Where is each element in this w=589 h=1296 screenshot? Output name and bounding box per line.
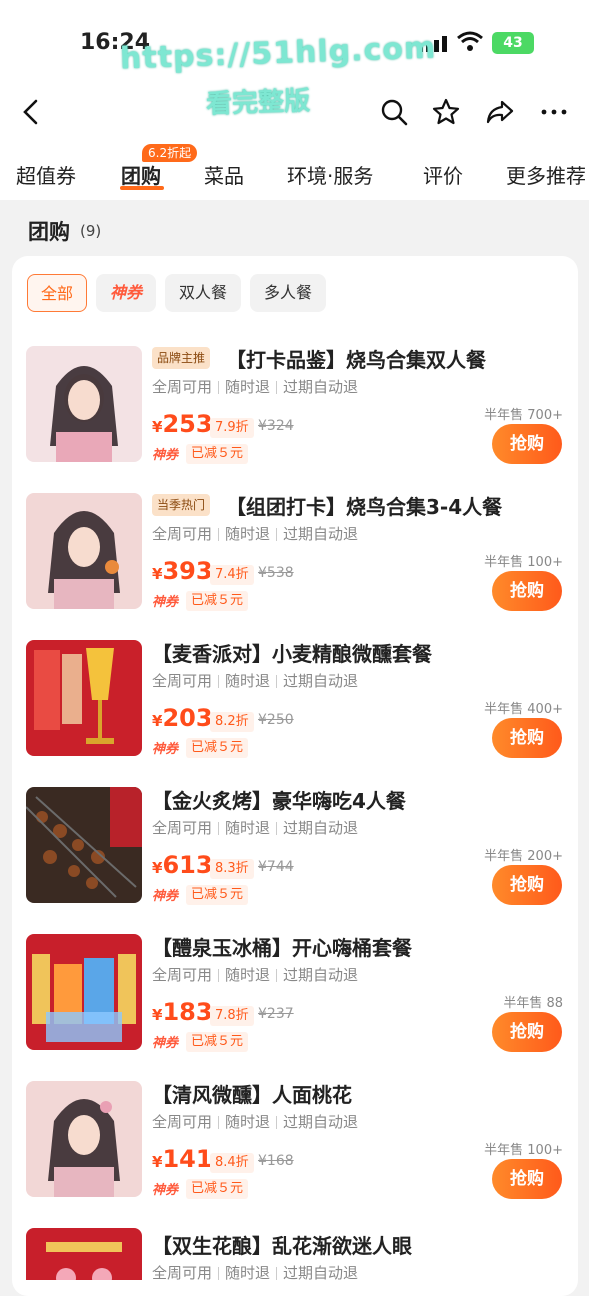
more-icon[interactable]	[538, 96, 570, 128]
tab-bar: 超值券 团购 菜品 环境·服务 评价 更多推荐	[0, 140, 589, 198]
deal-title: 【金火炙烤】豪华嗨吃4人餐	[152, 789, 406, 813]
deal-title: 【麦香派对】小麦精酿微醺套餐	[152, 642, 432, 666]
deal-saved: 已减５元	[186, 1179, 249, 1199]
section-title: 团购	[28, 220, 70, 244]
deal-tag: 品牌主推	[152, 347, 211, 369]
tab-dishes[interactable]: 菜品	[204, 160, 244, 189]
deal-meta: 全周可用 随时退 过期自动退	[152, 819, 359, 837]
deal-sold-count: 半年售 200+	[484, 849, 563, 864]
tab-group-buy[interactable]: 团购	[121, 160, 161, 189]
deal-meta: 全周可用 随时退 过期自动退	[152, 966, 359, 984]
deal-coupon-label: 神券	[152, 742, 179, 757]
deal-price: ¥141	[152, 1145, 213, 1173]
deal-sold-count: 半年售 100+	[484, 1143, 563, 1158]
deal-discount: 7.9折	[210, 418, 254, 438]
deal-discount: 8.4折	[210, 1153, 254, 1173]
deal-original-price: ¥538	[258, 565, 294, 581]
deal-coupon-label: 神券	[152, 1183, 179, 1198]
deal-thumbnail	[26, 493, 142, 609]
deal-title: 【打卡品鉴】烧鸟合集双人餐	[226, 348, 486, 372]
battery-indicator: 43	[492, 32, 534, 54]
filter-multi-person[interactable]: 多人餐	[250, 274, 326, 312]
deal-thumbnail	[26, 1081, 142, 1197]
filter-two-person[interactable]: 双人餐	[165, 274, 241, 312]
buy-button[interactable]: 抢购	[492, 1012, 562, 1052]
deal-price: ¥613	[152, 851, 213, 879]
deal-title: 【清风微醺】人面桃花	[152, 1083, 352, 1107]
deal-discount: 7.8折	[210, 1006, 254, 1026]
tab-more-recommendations[interactable]: 更多推荐	[506, 160, 586, 189]
deal-item[interactable]: 【麦香派对】小麦精酿微醺套餐 全周可用 随时退 过期自动退 ¥203 8.2折 ¥2…	[0, 640, 589, 787]
search-icon[interactable]	[378, 96, 410, 128]
deal-title: 【双生花酿】乱花渐欲迷人眼	[152, 1234, 412, 1258]
tab-environment-service[interactable]: 环境·服务	[287, 160, 373, 189]
deal-saved: 已减５元	[186, 885, 249, 905]
deal-price: ¥203	[152, 704, 213, 732]
deal-item[interactable]: 【双生花酿】乱花渐欲迷人眼 全周可用 随时退 过期自动退	[0, 1228, 589, 1280]
deal-price: ¥253	[152, 410, 213, 438]
deal-sold-count: 半年售 400+	[484, 702, 563, 717]
deal-sold-count: 半年售 100+	[484, 555, 563, 570]
deal-original-price: ¥168	[258, 1153, 294, 1169]
nav-bar	[0, 88, 589, 138]
deal-title: 【醴泉玉冰桶】开心嗨桶套餐	[152, 936, 412, 960]
deal-tag: 当季热门	[152, 494, 211, 516]
deal-title: 【组团打卡】烧鸟合集3-4人餐	[226, 495, 503, 519]
deal-thumbnail	[26, 640, 142, 756]
deal-item[interactable]: 品牌主推 【打卡品鉴】烧鸟合集双人餐 全周可用 随时退 过期自动退 ¥253 7.9…	[0, 346, 589, 493]
deal-meta: 全周可用 随时退 过期自动退	[152, 1264, 359, 1280]
deal-original-price: ¥324	[258, 418, 294, 434]
deal-meta: 全周可用 随时退 过期自动退	[152, 378, 359, 396]
deal-item[interactable]: 【清风微醺】人面桃花 全周可用 随时退 过期自动退 ¥141 8.4折 ¥168 神…	[0, 1081, 589, 1228]
tab-discount-badge: 6.2折起	[142, 144, 198, 162]
filter-coupon[interactable]: 神券	[96, 274, 156, 312]
deal-saved: 已减５元	[186, 738, 249, 758]
deal-thumbnail	[26, 1228, 142, 1280]
deal-coupon-label: 神券	[152, 448, 179, 463]
section-count: (9)	[80, 222, 102, 240]
back-icon[interactable]	[16, 96, 48, 128]
deal-discount: 8.3折	[210, 859, 254, 879]
deal-thumbnail	[26, 346, 142, 462]
deal-thumbnail	[26, 787, 142, 903]
buy-button[interactable]: 抢购	[492, 1159, 562, 1199]
deal-item[interactable]: 当季热门 【组团打卡】烧鸟合集3-4人餐 全周可用 随时退 过期自动退 ¥393 7…	[0, 493, 589, 640]
deal-original-price: ¥744	[258, 859, 294, 875]
deal-meta: 全周可用 随时退 过期自动退	[152, 1113, 359, 1131]
tab-coupons[interactable]: 超值券	[16, 160, 76, 189]
deal-saved: 已减５元	[186, 444, 249, 464]
share-icon[interactable]	[484, 96, 516, 128]
deal-coupon-label: 神券	[152, 595, 179, 610]
deal-sold-count: 半年售 700+	[484, 408, 563, 423]
filter-all[interactable]: 全部	[27, 274, 87, 312]
star-icon[interactable]	[430, 96, 462, 128]
deal-coupon-label: 神券	[152, 1036, 179, 1051]
deal-discount: 7.4折	[210, 565, 254, 585]
deal-original-price: ¥237	[258, 1006, 294, 1022]
deal-price: ¥393	[152, 557, 213, 585]
deal-meta: 全周可用 随时退 过期自动退	[152, 525, 359, 543]
buy-button[interactable]: 抢购	[492, 865, 562, 905]
buy-button[interactable]: 抢购	[492, 424, 562, 464]
buy-button[interactable]: 抢购	[492, 571, 562, 611]
deal-thumbnail	[26, 934, 142, 1050]
deal-original-price: ¥250	[258, 712, 294, 728]
tab-reviews[interactable]: 评价	[423, 160, 463, 189]
deal-saved: 已减５元	[186, 591, 249, 611]
deal-discount: 8.2折	[210, 712, 254, 732]
deal-sold-count: 半年售 88	[503, 996, 563, 1011]
buy-button[interactable]: 抢购	[492, 718, 562, 758]
deal-meta: 全周可用 随时退 过期自动退	[152, 672, 359, 690]
wifi-icon	[457, 31, 483, 51]
deal-item[interactable]: 【金火炙烤】豪华嗨吃4人餐 全周可用 随时退 过期自动退 ¥613 8.3折 ¥74…	[0, 787, 589, 934]
deal-coupon-label: 神券	[152, 889, 179, 904]
deal-item[interactable]: 【醴泉玉冰桶】开心嗨桶套餐 全周可用 随时退 过期自动退 ¥183 7.8折 ¥23…	[0, 934, 589, 1081]
deal-saved: 已减５元	[186, 1032, 249, 1052]
deal-price: ¥183	[152, 998, 213, 1026]
active-tab-indicator	[120, 186, 164, 190]
